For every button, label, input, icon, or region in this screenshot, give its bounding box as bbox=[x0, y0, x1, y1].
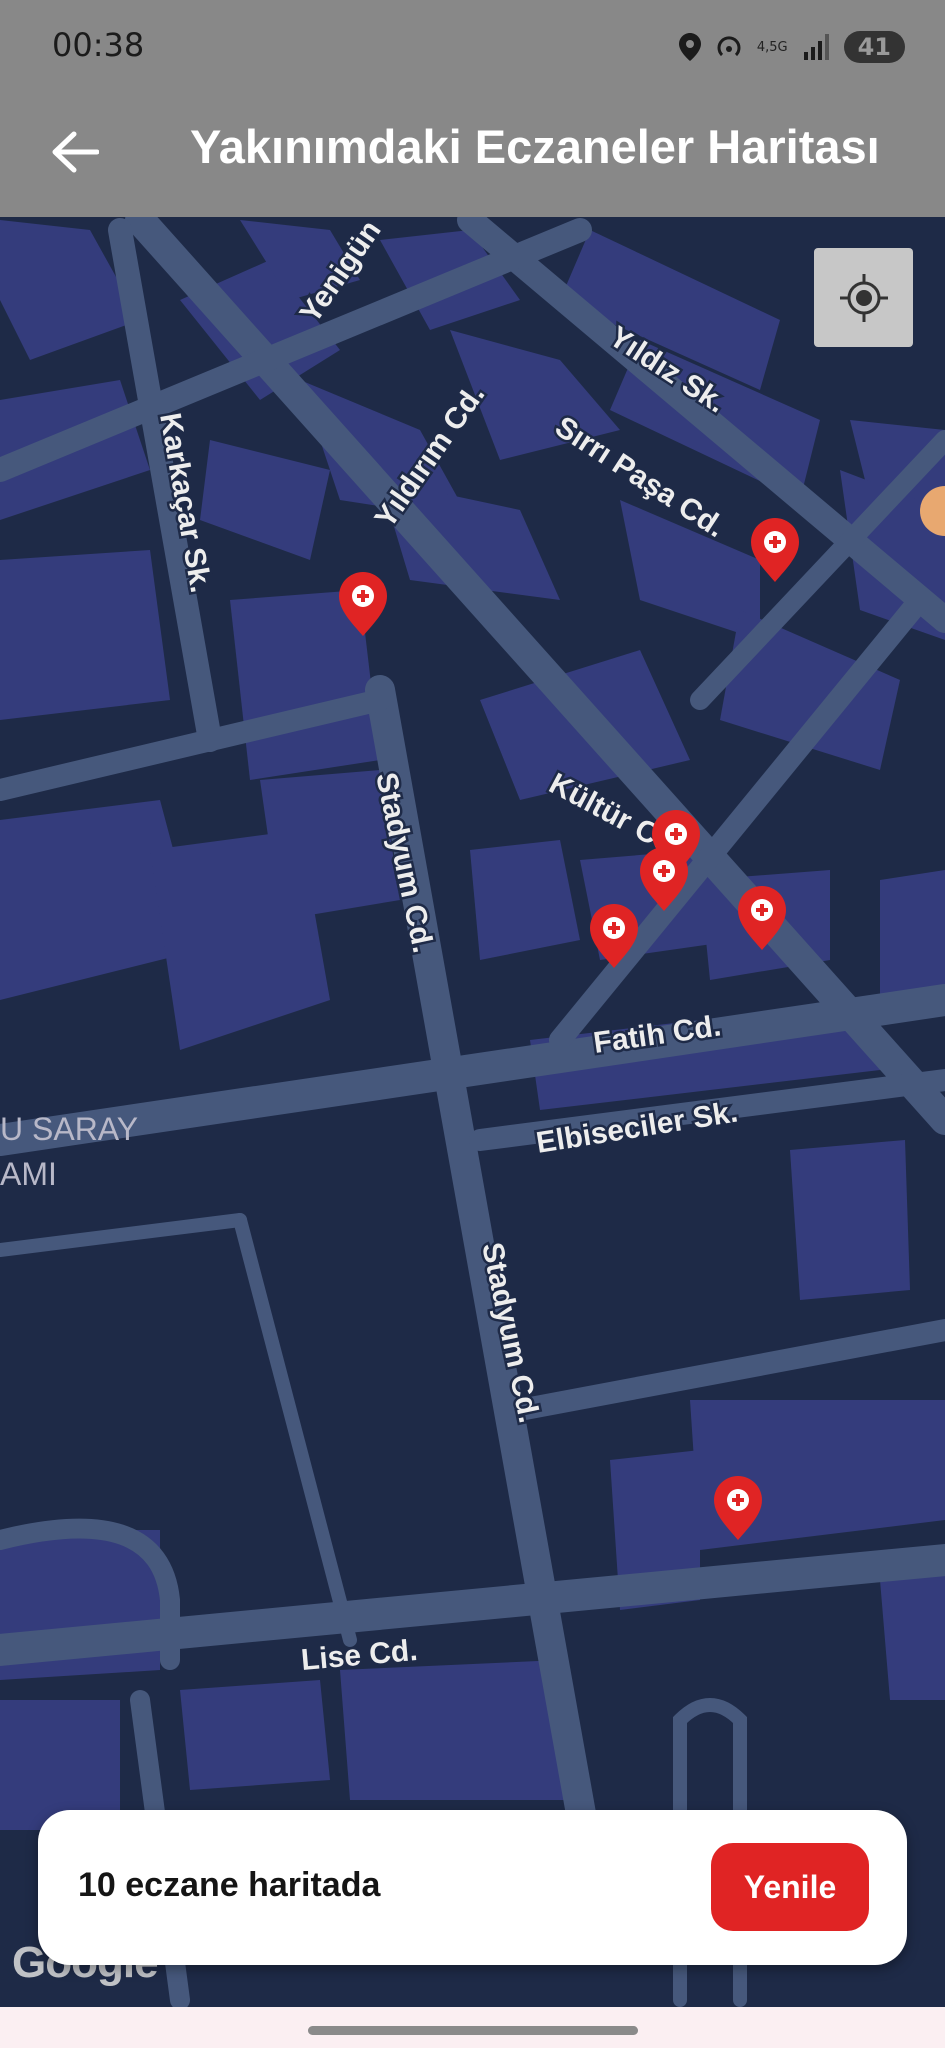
bottom-panel: 10 eczane haritada Yenile bbox=[38, 1810, 907, 1965]
back-button[interactable] bbox=[40, 117, 110, 187]
status-bar: 00:38 4,5G 41 bbox=[0, 0, 945, 95]
signal-icon bbox=[803, 34, 829, 60]
locate-me-button[interactable] bbox=[814, 248, 913, 347]
page-title: Yakınımdaki Eczaneler Haritası bbox=[190, 120, 880, 173]
poi-label: AMI bbox=[0, 1156, 57, 1192]
status-icons: 4,5G 41 bbox=[678, 22, 905, 72]
app-bar: Yakınımdaki Eczaneler Haritası bbox=[0, 95, 945, 217]
my-location-icon bbox=[839, 273, 888, 322]
network-type-label: 4,5G bbox=[756, 39, 788, 55]
gesture-handle[interactable] bbox=[308, 2026, 638, 2035]
arrow-left-icon bbox=[52, 131, 99, 173]
refresh-button[interactable]: Yenile bbox=[711, 1843, 869, 1931]
poi-label: U SARAY bbox=[0, 1111, 138, 1147]
navigation-bar bbox=[0, 2007, 945, 2048]
location-icon bbox=[678, 33, 701, 61]
hotspot-icon bbox=[717, 36, 741, 57]
map-view[interactable]: Yenigün Yıldız Sk. Sırrı Paşa Cd. Yıldır… bbox=[0, 217, 945, 2007]
battery-icon: 41 bbox=[843, 31, 905, 63]
status-time: 00:38 bbox=[52, 26, 145, 64]
pharmacy-count-text: 10 eczane haritada bbox=[78, 1866, 381, 1904]
